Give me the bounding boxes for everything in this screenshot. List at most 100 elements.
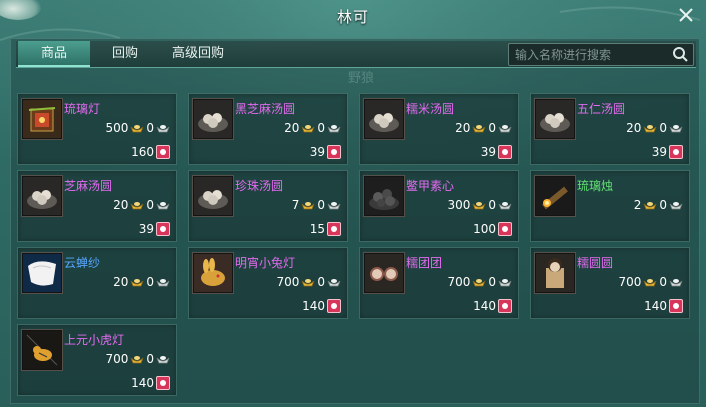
item-card[interactable]: 云蝉纱 20 0	[17, 247, 177, 319]
silver-ingot-icon	[156, 201, 170, 209]
coupon-row: 39	[139, 222, 170, 236]
gold-price: 7	[291, 198, 300, 212]
coupon-row: 140	[644, 299, 683, 313]
coupon-price: 140	[473, 299, 496, 313]
silver-price: 0	[146, 352, 154, 366]
silver-price: 0	[146, 198, 154, 212]
gold-price: 20	[113, 198, 129, 212]
gold-price: 500	[105, 121, 129, 135]
coupon-price: 39	[480, 145, 496, 159]
gold-ingot-icon	[301, 201, 315, 209]
item-name: 芝麻汤圆	[64, 179, 113, 193]
window-title: 林可	[336, 8, 369, 26]
gold-ingot-icon	[130, 124, 144, 132]
price-row: 700 0	[447, 275, 512, 289]
silver-price: 0	[488, 121, 496, 135]
price-row: 20 0	[455, 121, 512, 135]
silver-ingot-icon	[669, 201, 683, 209]
gold-ingot-icon	[130, 201, 144, 209]
item-card[interactable]: 明宵小兔灯 700 0 140	[188, 247, 348, 319]
coupon-row: 160	[131, 145, 170, 159]
coupon-price: 39	[309, 145, 325, 159]
coupon-price: 39	[651, 145, 667, 159]
price-row: 700 0	[276, 275, 341, 289]
coupon-row: 39	[310, 145, 341, 159]
tangyuan-icon	[193, 176, 233, 216]
gold-price: 20	[113, 275, 129, 289]
item-card[interactable]: 鳖甲素心 300 0 100	[359, 170, 519, 242]
search-input[interactable]	[509, 44, 676, 65]
gold-price: 20	[455, 121, 471, 135]
silk-icon	[22, 253, 62, 293]
price-row: 700 0	[105, 352, 170, 366]
gold-price: 700	[105, 352, 129, 366]
silver-price: 0	[488, 198, 496, 212]
tangyuan-icon	[535, 99, 575, 139]
tangyuan-icon	[364, 99, 404, 139]
price-row: 20 0	[113, 275, 170, 289]
silver-price: 0	[317, 275, 325, 289]
item-name: 糯团团	[406, 256, 443, 270]
gold-price: 700	[447, 275, 471, 289]
silver-ingot-icon	[498, 124, 512, 132]
coupon-price: 140	[644, 299, 667, 313]
coupon-icon	[669, 145, 683, 159]
coupon-price: 100	[473, 222, 496, 236]
silver-ingot-icon	[669, 278, 683, 286]
silver-price: 0	[659, 198, 667, 212]
gold-price: 2	[633, 198, 642, 212]
silver-ingot-icon	[669, 124, 683, 132]
item-card[interactable]: 上元小虎灯 700 0 140	[17, 324, 177, 396]
item-card[interactable]: 糯圆圆 700 0 140	[530, 247, 690, 319]
coupon-row: 140	[473, 299, 512, 313]
item-name: 云蝉纱	[64, 256, 101, 270]
item-card[interactable]: 黑芝麻汤圆 20 0 39	[188, 93, 348, 165]
item-name: 五仁汤圆	[577, 102, 626, 116]
price-row: 700 0	[618, 275, 683, 289]
item-card[interactable]: 糯米汤圆 20 0 39	[359, 93, 519, 165]
coupon-price: 15	[309, 222, 325, 236]
coupon-icon	[498, 222, 512, 236]
silver-price: 0	[317, 198, 325, 212]
item-name: 糯米汤圆	[406, 102, 455, 116]
close-icon	[679, 8, 693, 22]
silver-ingot-icon	[156, 124, 170, 132]
gold-ingot-icon	[130, 355, 144, 363]
coupon-price: 39	[138, 222, 154, 236]
tangyuan-icon	[193, 99, 233, 139]
item-card[interactable]: 五仁汤圆 20 0 39	[530, 93, 690, 165]
coupon-price: 140	[131, 376, 154, 390]
price-row: 300 0	[447, 198, 512, 212]
silver-ingot-icon	[327, 278, 341, 286]
close-button[interactable]	[676, 5, 696, 25]
coupon-row: 100	[473, 222, 512, 236]
price-row: 2 0	[634, 198, 683, 212]
item-name: 琉璃灯	[64, 102, 101, 116]
tab-goods[interactable]: 商品	[18, 41, 90, 67]
gold-ingot-icon	[643, 124, 657, 132]
item-name: 上元小虎灯	[64, 333, 125, 347]
gold-ingot-icon	[130, 278, 144, 286]
coupon-row: 140	[302, 299, 341, 313]
tab-advanced-buyback[interactable]: 高级回购	[162, 41, 234, 67]
tab-buyback[interactable]: 回购	[100, 41, 150, 67]
item-card[interactable]: 糯团团 700 0 140	[359, 247, 519, 319]
coupon-icon	[669, 299, 683, 313]
candle-icon	[535, 176, 575, 216]
tiger-lantern-icon	[22, 330, 62, 370]
coupon-row: 39	[481, 145, 512, 159]
price-row: 20 0	[626, 121, 683, 135]
item-card[interactable]: 芝麻汤圆 20 0 39	[17, 170, 177, 242]
item-card[interactable]: 琉璃烛 2 0	[530, 170, 690, 242]
coupon-price: 140	[302, 299, 325, 313]
coupon-row: 39	[652, 145, 683, 159]
item-card[interactable]: 珍珠汤圆 7 0 15	[188, 170, 348, 242]
price-row: 20 0	[113, 198, 170, 212]
coupon-icon	[327, 145, 341, 159]
gold-ingot-icon	[472, 201, 486, 209]
item-name: 黑芝麻汤圆	[235, 102, 296, 116]
silver-ingot-icon	[156, 355, 170, 363]
silver-ingot-icon	[327, 124, 341, 132]
item-card[interactable]: 琉璃灯 500 0 160	[17, 93, 177, 165]
search-icon[interactable]	[672, 46, 689, 63]
